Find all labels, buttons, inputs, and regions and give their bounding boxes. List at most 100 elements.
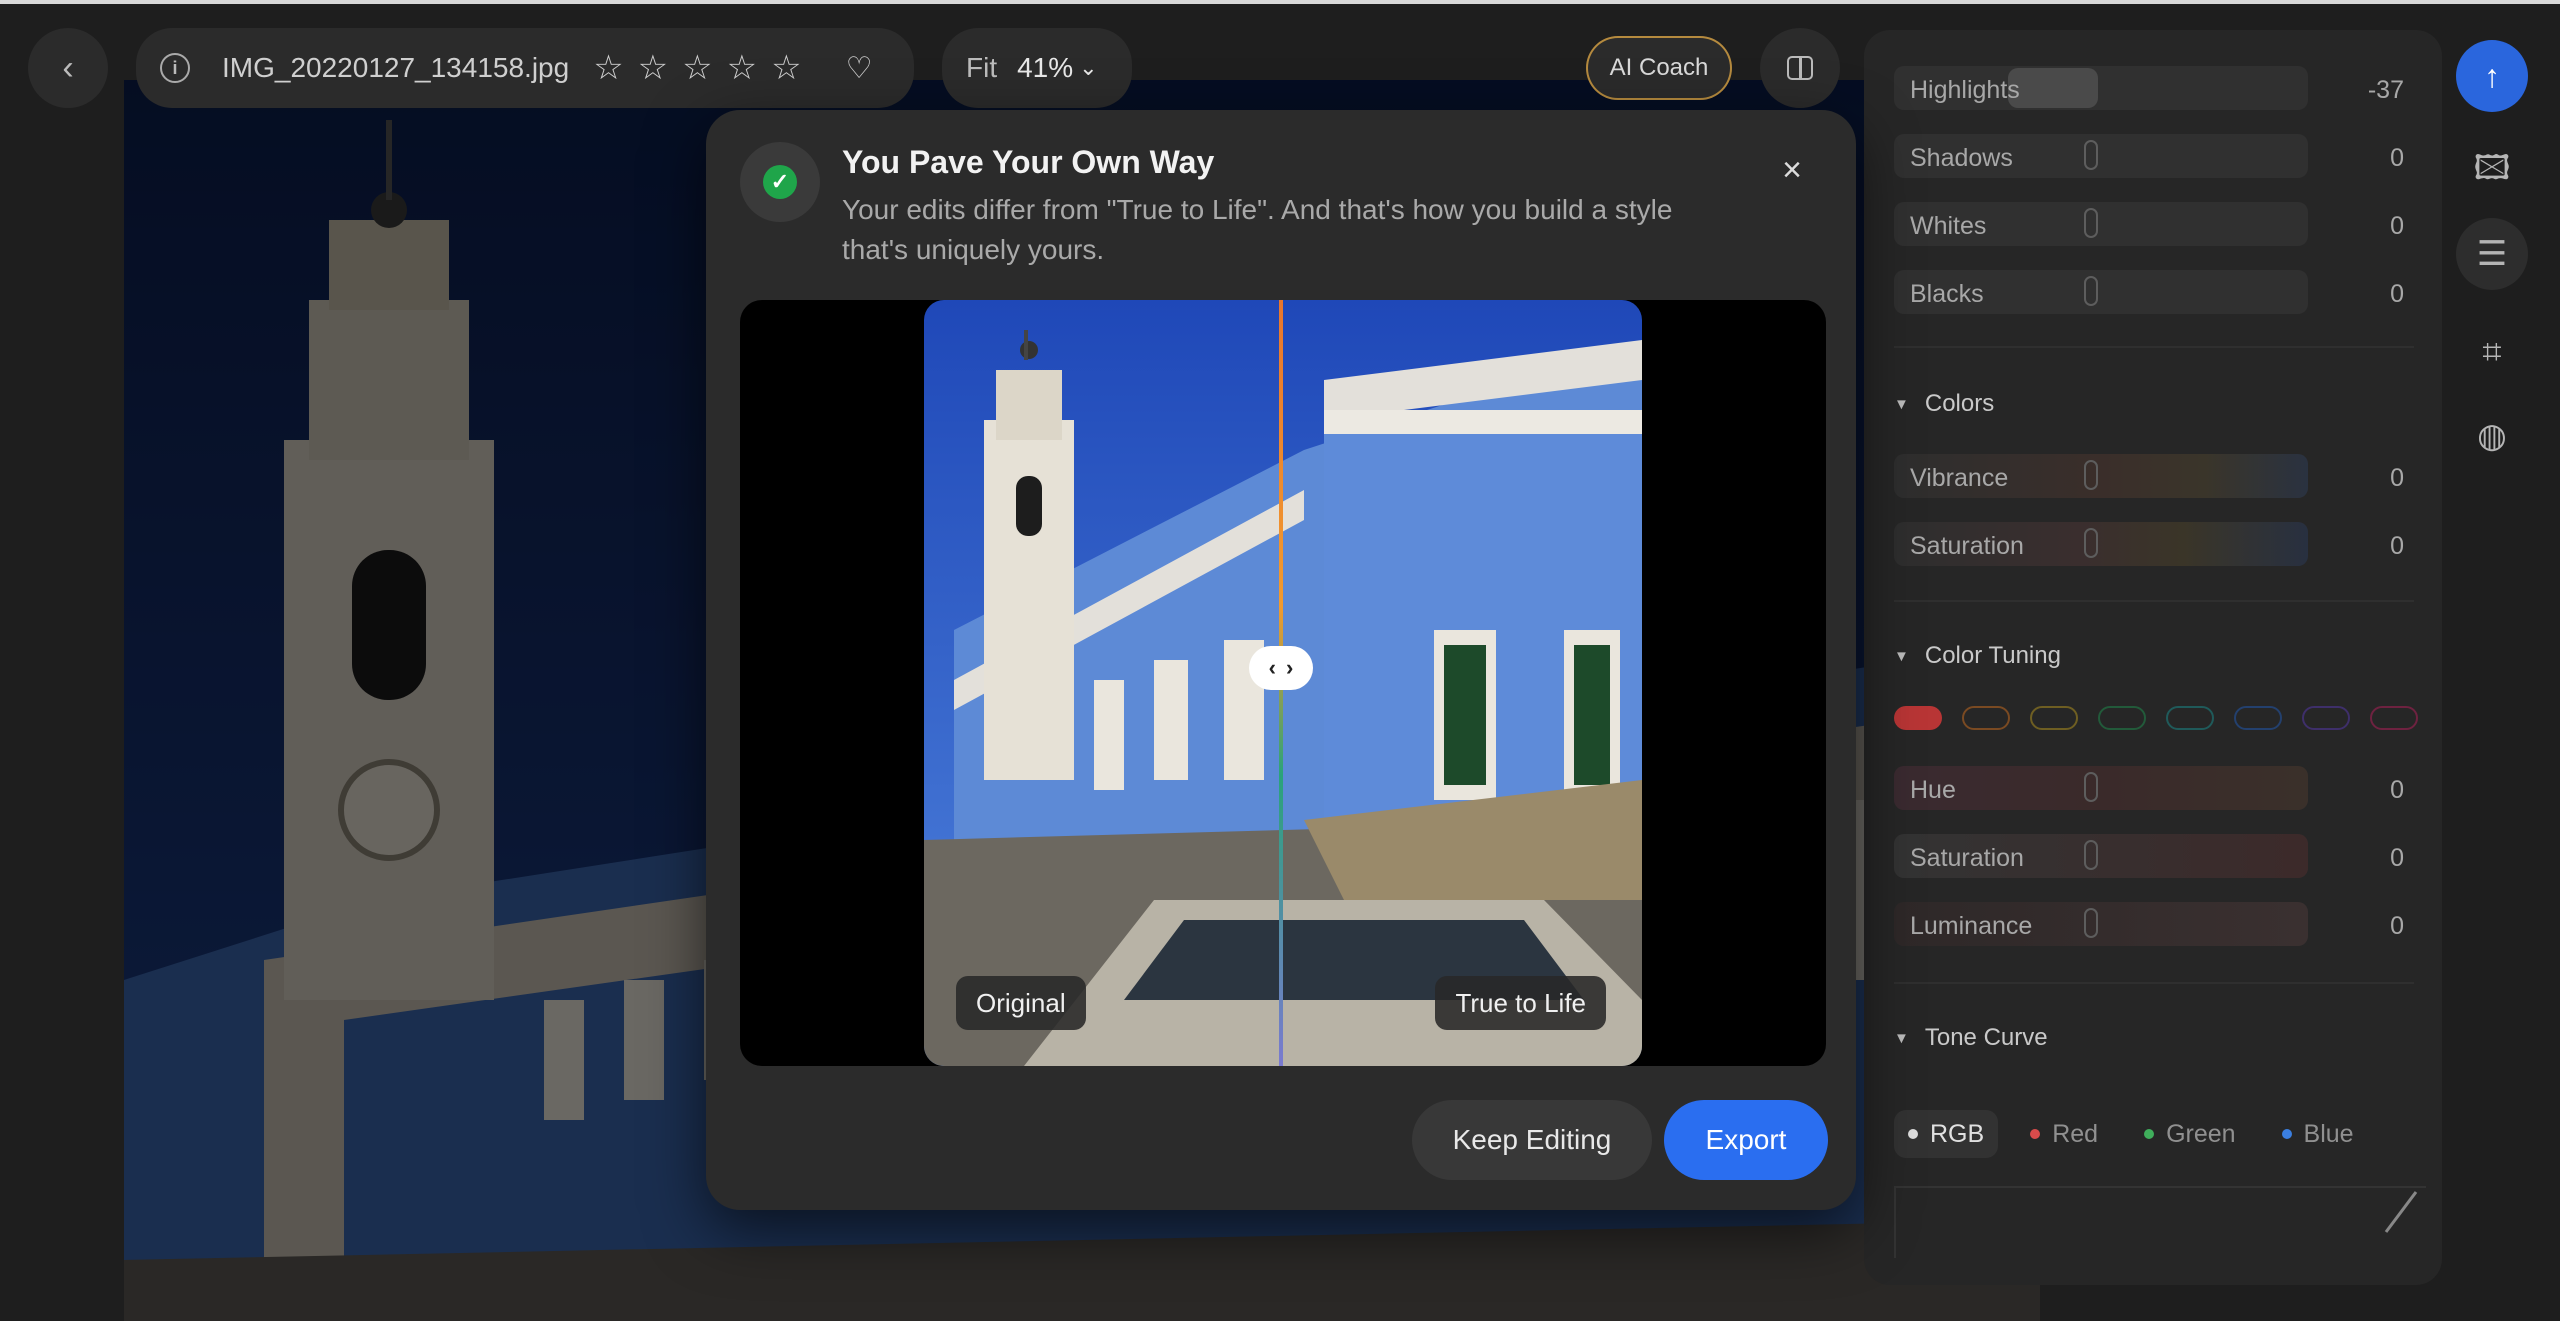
slider-tuning-saturation[interactable]: Saturation 0 [1894,834,2414,878]
zoom-control[interactable]: Fit 41% ⌄ [942,28,1132,108]
swatch-purple[interactable] [2302,706,2350,730]
slider-thumb[interactable] [2084,528,2098,558]
style-dialog: ✓ You Pave Your Own Way Your edits diffe… [706,110,1856,1210]
tab-green[interactable]: Green [2130,1110,2249,1158]
star-icon[interactable]: ☆ [727,51,757,85]
swatch-blue[interactable] [2234,706,2282,730]
slider-shadows[interactable]: Shadows 0 [1894,134,2414,178]
image-edit-icon[interactable]: 🖾 [2456,136,2528,208]
true-to-life-tag: True to Life [1435,976,1606,1030]
slider-saturation[interactable]: Saturation 0 [1894,522,2414,566]
section-tone-curve[interactable]: ▼ Tone Curve [1894,1024,2048,1052]
slider-vibrance[interactable]: Vibrance 0 [1894,454,2414,498]
channel-label: RGB [1930,1119,1985,1148]
swatch-orange[interactable] [1962,706,2010,730]
slider-thumb[interactable] [2084,772,2098,802]
tab-rgb[interactable]: RGB [1894,1110,1999,1158]
slider-label: Saturation [1910,532,2024,560]
slider-thumb[interactable] [2084,460,2098,490]
star-icon[interactable]: ☆ [593,51,623,85]
slider-label: Whites [1910,212,1987,240]
channel-label: Blue [2303,1119,2354,1148]
slider-thumb[interactable] [2084,908,2098,938]
swatch-green[interactable] [2098,706,2146,730]
rating-stars[interactable]: ☆ ☆ ☆ ☆ ☆ [593,51,801,85]
chevron-left-icon: ‹ [1268,655,1276,680]
compare-handle[interactable]: ‹ › [1249,646,1313,690]
section-title: Tone Curve [1924,1024,2048,1051]
channel-dot [2030,1129,2041,1139]
tone-curve-graph[interactable] [1894,1186,2426,1258]
channel-dot [2144,1129,2155,1139]
slider-value: -37 [2367,76,2404,104]
swatch-yellow[interactable] [2030,706,2078,730]
swatch-magenta[interactable] [2370,706,2418,730]
color-swatch-row [1894,706,2418,730]
divider [1894,346,2414,348]
info-icon[interactable]: i [160,53,190,83]
ai-coach-button[interactable]: AI Coach [1586,36,1732,100]
collapse-triangle-icon[interactable]: ▼ [1894,396,1909,413]
back-button[interactable]: ‹ [28,28,108,108]
slider-whites[interactable]: Whites 0 [1894,202,2414,246]
section-title: Color Tuning [1924,642,2061,669]
section-colors[interactable]: ▼ Colors [1894,390,1994,418]
slider-thumb[interactable] [2084,276,2098,306]
dialog-title: You Pave Your Own Way [842,144,1215,180]
chevron-left-icon: ‹ [62,48,74,87]
split-view-icon [1787,56,1813,80]
curve-line [2384,1191,2418,1233]
slider-value: 0 [2390,280,2404,308]
collapse-triangle-icon[interactable]: ▼ [1894,1030,1909,1047]
slider-value: 0 [2390,776,2404,804]
slider-thumb[interactable] [2084,208,2098,238]
slider-value: 0 [2390,144,2404,172]
filename: IMG_20220127_134158.jpg [222,52,570,83]
slider-blacks[interactable]: Blacks 0 [1894,270,2414,314]
collapse-triangle-icon[interactable]: ▼ [1894,648,1909,665]
edit-panel: Highlights -37 Shadows 0 Whites 0 Blacks… [1864,30,2442,1285]
tab-red[interactable]: Red [2016,1110,2112,1158]
channel-dot [1908,1129,1918,1139]
section-color-tuning[interactable]: ▼ Color Tuning [1894,642,2061,670]
compare-view-button[interactable] [1760,28,1840,108]
star-icon[interactable]: ☆ [682,51,712,85]
close-icon[interactable]: × [1768,146,1816,194]
original-tag: Original [956,976,1086,1030]
zoom-mode[interactable]: Fit [966,52,997,84]
slider-hue[interactable]: Hue 0 [1894,766,2414,810]
crop-icon[interactable]: ⌗ [2456,316,2528,388]
slider-luminance[interactable]: Luminance 0 [1894,902,2414,946]
channel-dot [2281,1129,2292,1139]
star-icon[interactable]: ☆ [638,51,668,85]
slider-label: Blacks [1910,280,1984,308]
slider-thumb[interactable] [2084,840,2098,870]
section-title: Colors [1924,390,1995,417]
curve-channel-tabs: RGB Red Green Blue [1894,1110,2368,1158]
file-info-bar: i IMG_20220127_134158.jpg ☆ ☆ ☆ ☆ ☆ ♡ [136,28,914,108]
slider-label: Shadows [1910,144,2013,172]
slider-highlights[interactable]: Highlights -37 [1894,66,2414,110]
check-badge: ✓ [740,142,820,222]
heart-icon[interactable]: ♡ [846,51,873,86]
upload-icon[interactable]: ↑ [2456,40,2528,112]
adjust-sliders-icon[interactable]: ☰ [2456,218,2528,290]
zoom-value[interactable]: 41% [1017,52,1073,84]
slider-label: Highlights [1910,76,2020,104]
swatch-red[interactable] [1894,706,1942,730]
swatch-aqua[interactable] [2166,706,2214,730]
slider-thumb[interactable] [2008,68,2098,108]
before-after-compare[interactable]: ‹ › Original True to Life [740,300,1826,1066]
slider-value: 0 [2390,912,2404,940]
window-top-edge [0,0,2560,4]
heal-brush-icon[interactable]: ◍ [2456,400,2528,472]
export-button[interactable]: Export [1664,1100,1828,1180]
check-icon: ✓ [763,165,797,199]
channel-label: Red [2052,1119,2099,1148]
tab-blue[interactable]: Blue [2268,1110,2368,1158]
star-icon[interactable]: ☆ [771,51,801,85]
chevron-down-icon[interactable]: ⌄ [1079,55,1097,81]
keep-editing-button[interactable]: Keep Editing [1412,1100,1652,1180]
slider-track[interactable] [1894,766,2308,810]
slider-thumb[interactable] [2084,140,2098,170]
